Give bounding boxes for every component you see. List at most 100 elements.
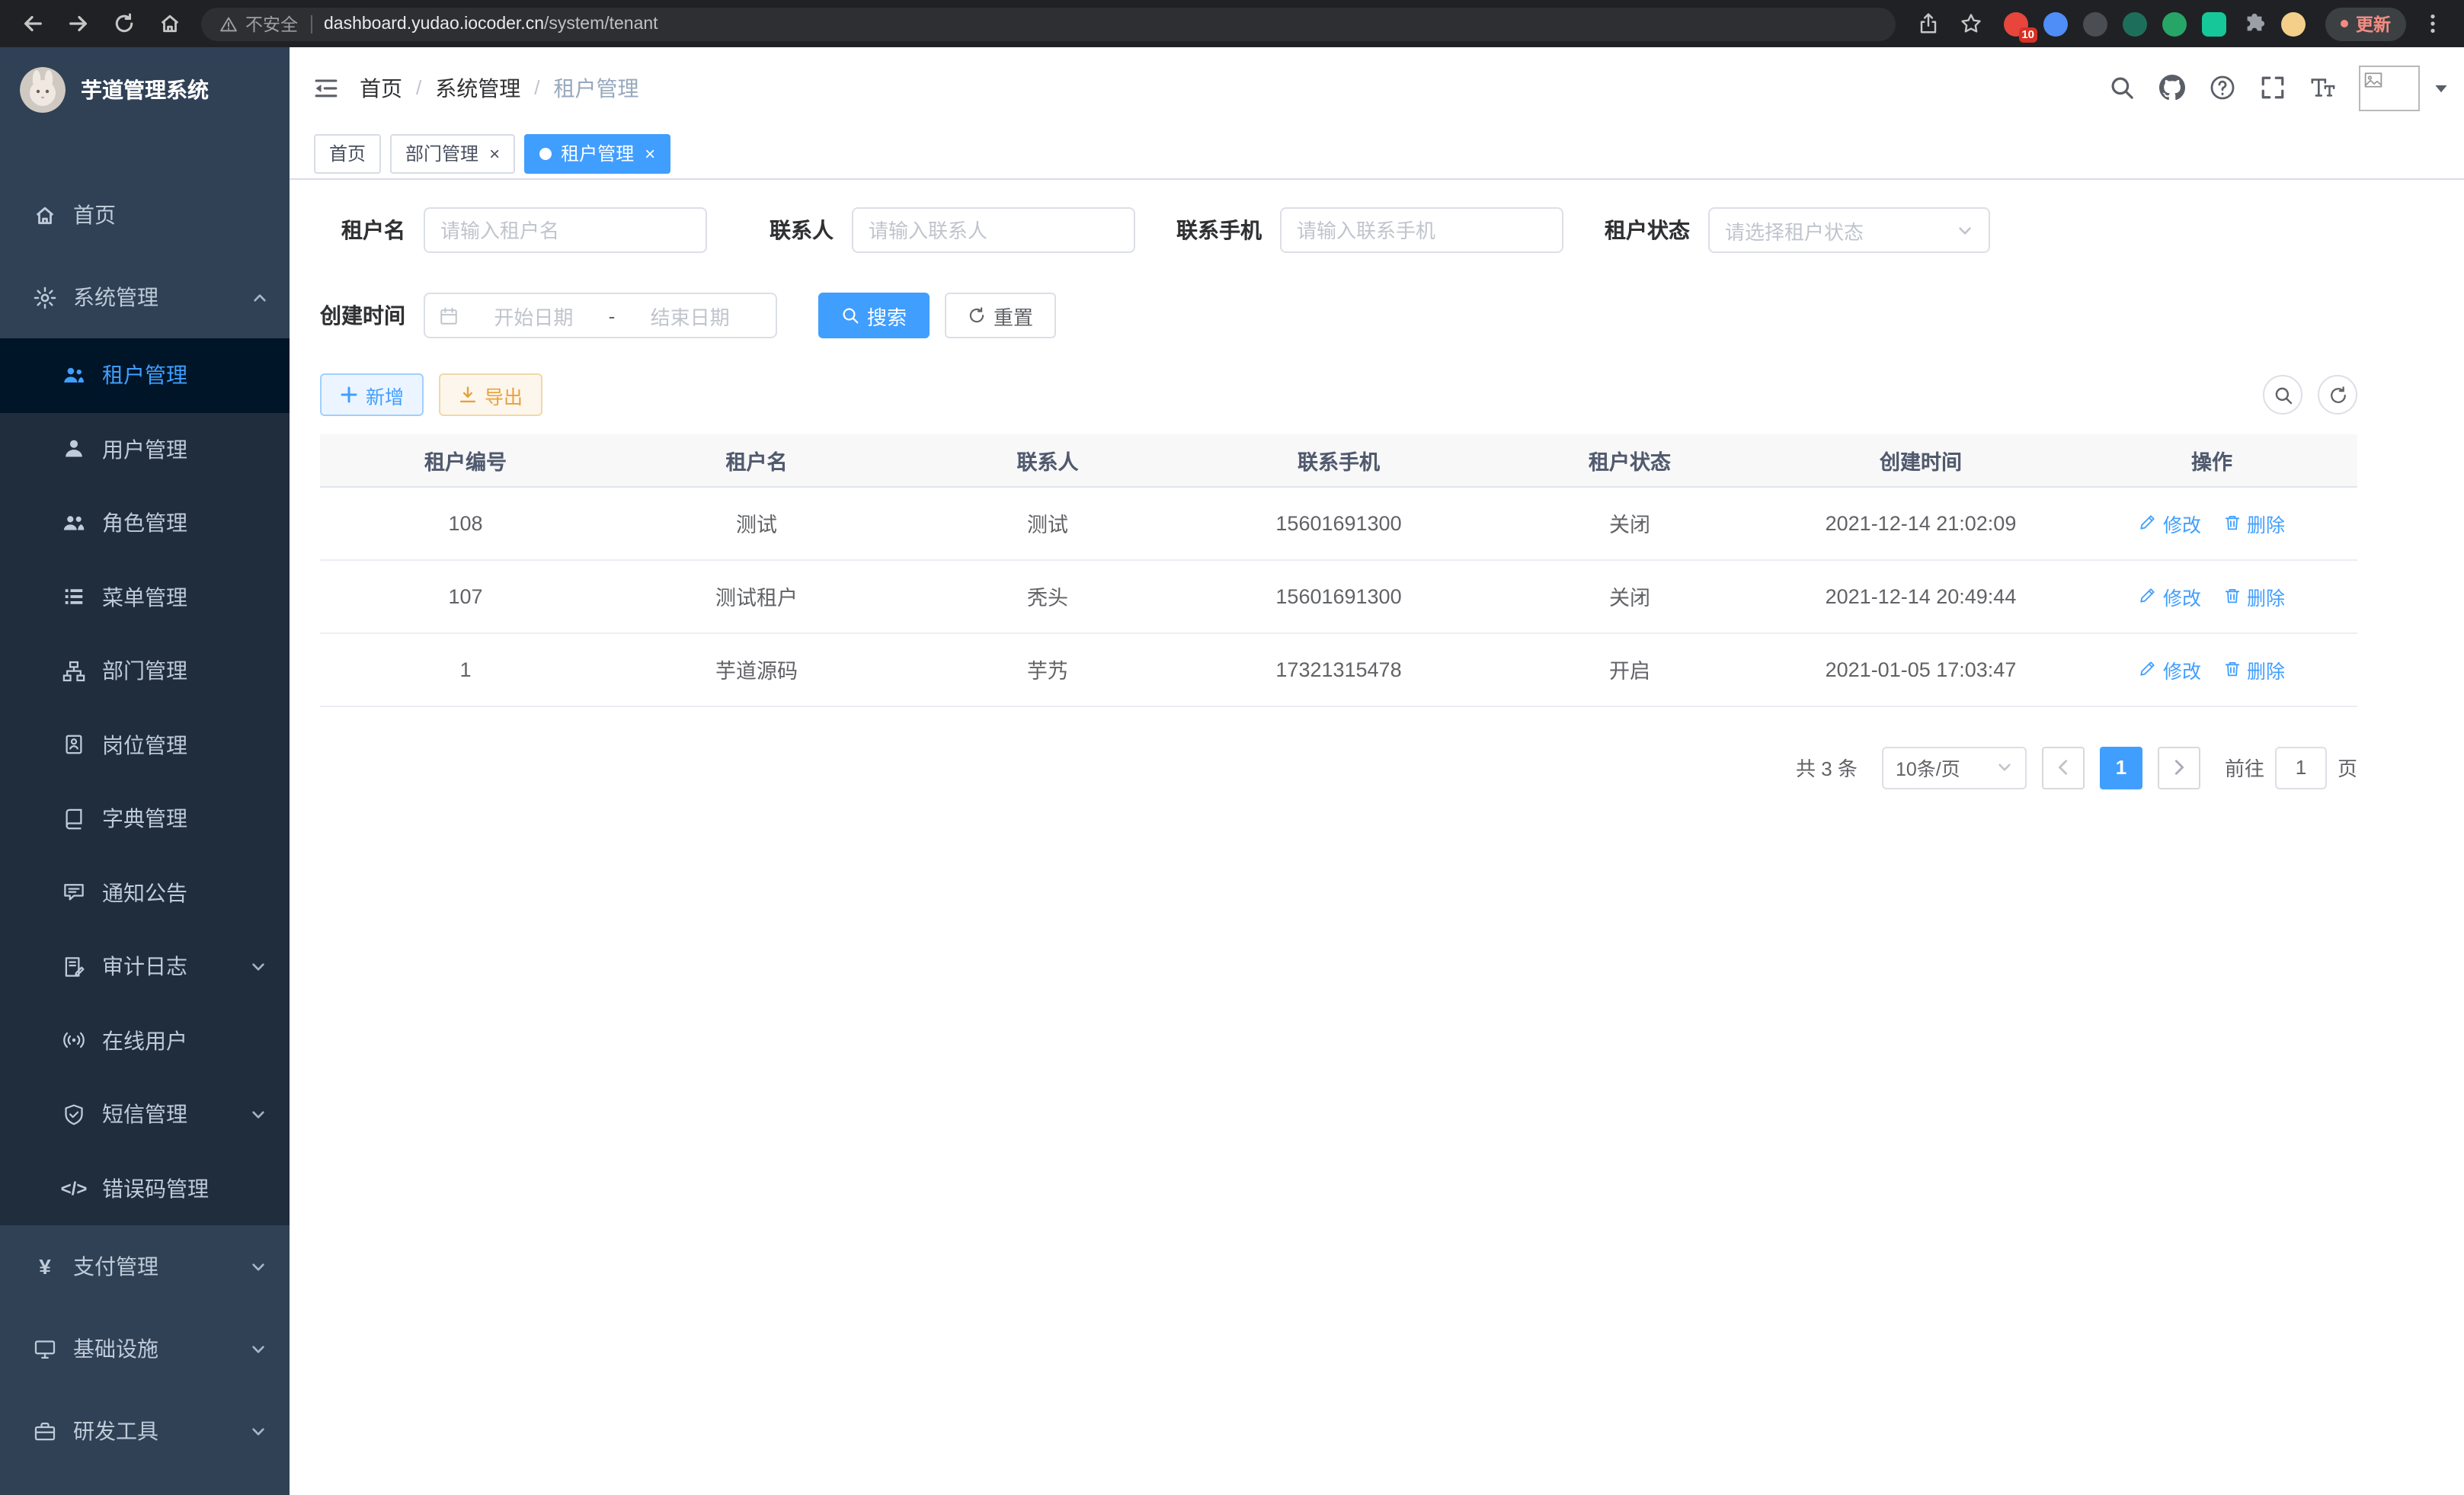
delete-button[interactable]: 删除 <box>2222 508 2285 537</box>
pagination: 共 3 条 10条/页 1 前往 页 <box>320 746 2357 789</box>
chevron-down-icon <box>250 959 268 975</box>
search-icon[interactable] <box>2101 68 2141 107</box>
plus-icon <box>340 386 358 404</box>
next-page-button[interactable] <box>2158 746 2200 789</box>
column-header: 联系手机 <box>1193 434 1484 486</box>
sidebar-item-label: 短信管理 <box>102 1100 235 1130</box>
tab-0[interactable]: 首页 <box>314 133 381 173</box>
column-header: 租户名 <box>611 434 902 486</box>
app-logo[interactable]: 芋道管理系统 <box>0 47 290 133</box>
extension-icon-5[interactable] <box>2162 11 2187 36</box>
address-bar[interactable]: 不安全 dashboard.yudao.iocoder.cn/system/te… <box>201 7 1896 40</box>
breadcrumb-separator: / <box>416 76 421 99</box>
share-icon[interactable] <box>1908 4 1947 43</box>
sidebar-item-7[interactable]: 岗位管理 <box>0 708 290 782</box>
active-tab-dot <box>539 147 552 159</box>
chevron-down-icon[interactable] <box>2434 80 2449 95</box>
back-icon[interactable] <box>12 4 52 43</box>
sidebar-item-2[interactable]: 租户管理 <box>0 338 290 412</box>
close-icon[interactable]: × <box>645 144 655 162</box>
table-toolbar: 新增 导出 <box>320 373 2357 416</box>
add-button[interactable]: 新增 <box>320 373 424 416</box>
notice-icon <box>61 880 87 906</box>
search-button[interactable]: 搜索 <box>818 293 930 338</box>
extension-icon-6[interactable] <box>2202 11 2226 36</box>
sidebar-item-0[interactable]: 首页 <box>0 174 290 256</box>
prev-page-button[interactable] <box>2042 746 2085 789</box>
help-icon[interactable] <box>2202 68 2242 107</box>
star-icon[interactable] <box>1950 4 1990 43</box>
browser-menu-icon[interactable] <box>2412 4 2452 43</box>
sidebar-item-12[interactable]: 短信管理 <box>0 1077 290 1151</box>
sidebar-item-1[interactable]: 系统管理 <box>0 256 290 338</box>
delete-button[interactable]: 删除 <box>2222 581 2285 610</box>
edit-button[interactable]: 修改 <box>2139 581 2201 610</box>
date-range-picker[interactable]: 开始日期 - 结束日期 <box>424 293 777 338</box>
github-icon[interactable] <box>2152 68 2191 107</box>
breadcrumb-item-system[interactable]: 系统管理 <box>435 72 520 103</box>
sidebar-item-10[interactable]: 审计日志 <box>0 930 290 1004</box>
screen: 不安全 dashboard.yudao.iocoder.cn/system/te… <box>0 0 2464 1495</box>
profile-avatar[interactable] <box>2281 11 2306 36</box>
contact-label: 联系人 <box>748 215 834 245</box>
sidebar-toggle-icon[interactable] <box>290 74 360 101</box>
tab-2[interactable]: 租户管理 × <box>524 133 670 173</box>
breadcrumb-item-home[interactable]: 首页 <box>360 72 402 103</box>
page-1-button[interactable]: 1 <box>2100 746 2142 789</box>
delete-button[interactable]: 删除 <box>2222 655 2285 683</box>
infra-icon <box>32 1336 58 1362</box>
refresh-table-button[interactable] <box>2318 375 2357 415</box>
fullscreen-icon[interactable] <box>2252 68 2292 107</box>
sidebar-item-11[interactable]: 在线用户 <box>0 1004 290 1077</box>
cell-tenant-name: 测试租户 <box>611 559 902 632</box>
edit-button[interactable]: 修改 <box>2139 508 2201 537</box>
extension-icon-2[interactable] <box>2043 11 2068 36</box>
tab-label: 租户管理 <box>561 140 634 166</box>
sidebar-item-15[interactable]: 基础设施 <box>0 1308 290 1390</box>
sidebar-item-label: 部门管理 <box>102 656 268 687</box>
reload-icon[interactable] <box>104 4 143 43</box>
chevron-up-icon <box>250 289 268 306</box>
sidebar-item-13[interactable]: </>错误码管理 <box>0 1151 290 1225</box>
status-label: 租户状态 <box>1605 215 1690 245</box>
cell-contact: 秃头 <box>902 559 1193 632</box>
tenant-name-input[interactable] <box>440 219 690 242</box>
tab-1[interactable]: 部门管理× <box>390 133 515 173</box>
extensions-puzzle-icon[interactable] <box>2242 11 2266 36</box>
avatar[interactable] <box>2359 65 2420 110</box>
extension-icon-4[interactable] <box>2123 11 2147 36</box>
cell-status: 关闭 <box>1484 559 1775 632</box>
sidebar-item-3[interactable]: 用户管理 <box>0 412 290 486</box>
sidebar-item-4[interactable]: 角色管理 <box>0 486 290 560</box>
extension-icon-1[interactable]: 10 <box>2004 11 2028 36</box>
filter-row-2: 创建时间 开始日期 - 结束日期 搜索 重置 <box>320 293 2357 338</box>
goto-page-input[interactable] <box>2275 746 2327 789</box>
create-time-label: 创建时间 <box>320 300 405 331</box>
forward-icon[interactable] <box>58 4 98 43</box>
sidebar-item-5[interactable]: 菜单管理 <box>0 560 290 634</box>
sidebar-item-14[interactable]: ¥支付管理 <box>0 1225 290 1308</box>
export-button[interactable]: 导出 <box>439 373 542 416</box>
edit-button[interactable]: 修改 <box>2139 655 2201 683</box>
sidebar-item-label: 角色管理 <box>102 508 268 539</box>
reset-button[interactable]: 重置 <box>945 293 1056 338</box>
cell-created: 2021-12-14 21:02:09 <box>1775 486 2066 559</box>
sidebar-item-8[interactable]: 字典管理 <box>0 782 290 856</box>
extension-icon-3[interactable] <box>2083 11 2107 36</box>
sidebar-item-6[interactable]: 部门管理 <box>0 634 290 708</box>
phone-input[interactable] <box>1297 219 1547 242</box>
extension-badge: 10 <box>2018 27 2037 42</box>
update-button[interactable]: 更新 <box>2325 7 2406 40</box>
sidebar-item-9[interactable]: 通知公告 <box>0 856 290 930</box>
contact-input[interactable] <box>869 219 1118 242</box>
status-select[interactable]: 请选择租户状态 <box>1708 207 1990 253</box>
page-size-select[interactable]: 10条/页 <box>1882 746 2027 789</box>
filter-tenant-name: 租户名 <box>320 207 707 253</box>
close-icon[interactable]: × <box>489 144 500 162</box>
font-size-icon[interactable] <box>2302 68 2342 107</box>
cell-tenant-name: 测试 <box>611 486 902 559</box>
toggle-search-button[interactable] <box>2263 375 2302 415</box>
dict-icon <box>61 806 87 832</box>
home-icon[interactable] <box>149 4 189 43</box>
sidebar-item-16[interactable]: 研发工具 <box>0 1390 290 1472</box>
